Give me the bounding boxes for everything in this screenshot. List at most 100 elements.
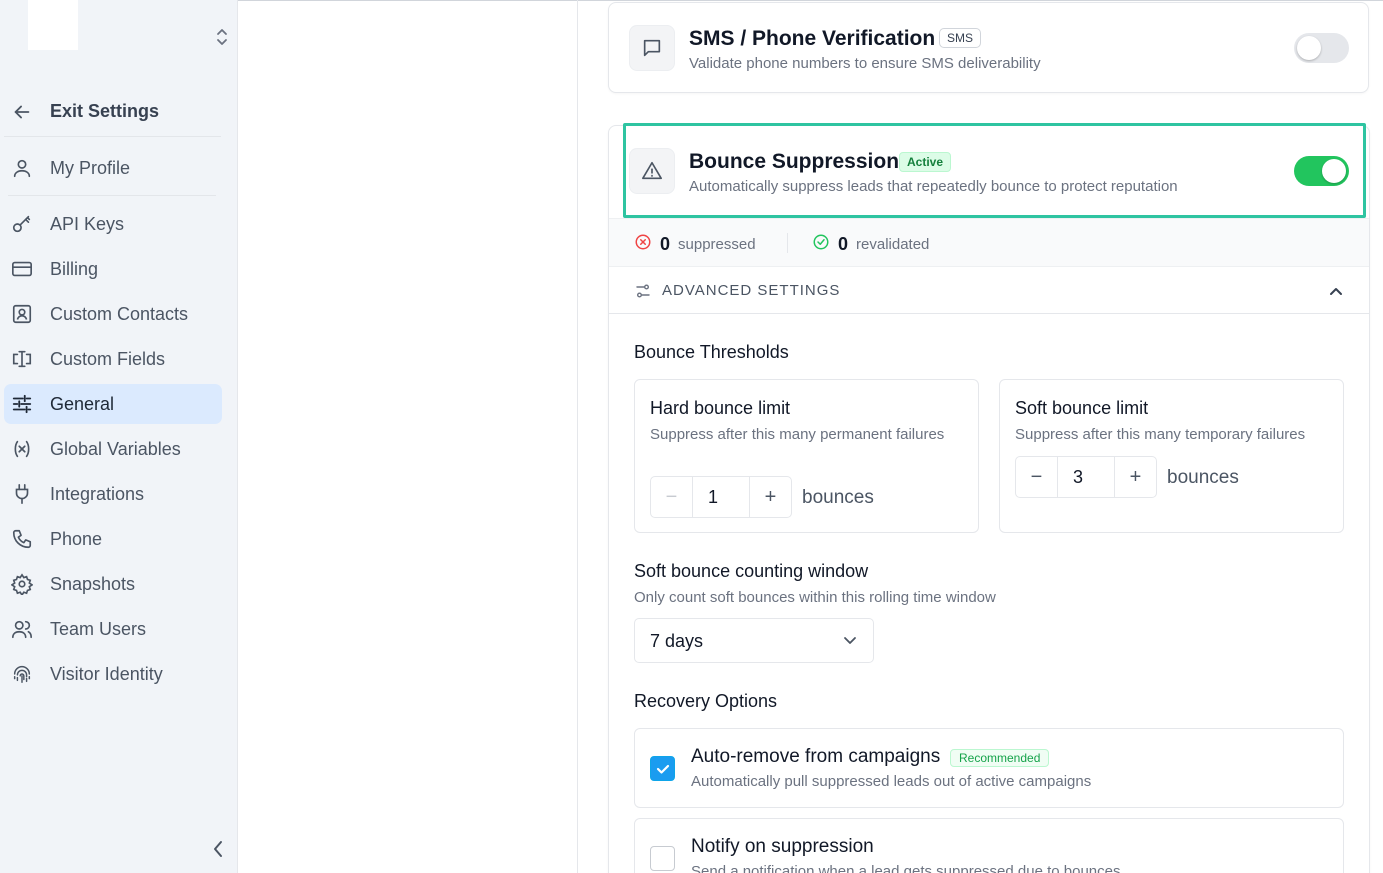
x-circle-icon <box>634 233 652 256</box>
soft-bounce-stepper: − 3 + <box>1015 456 1157 498</box>
arrow-left-icon <box>10 100 34 124</box>
notify-description: Send a notification when a lead gets sup… <box>691 863 1121 873</box>
fingerprint-icon <box>10 662 34 686</box>
content-divider <box>577 0 578 873</box>
hard-decrement-button[interactable]: − <box>651 477 692 517</box>
hard-increment-button[interactable]: + <box>750 477 791 517</box>
soft-bounce-input[interactable]: 3 <box>1057 457 1115 497</box>
user-icon <box>10 156 34 180</box>
revalidated-count: 0 <box>838 234 849 254</box>
sidebar-item-phone[interactable]: Phone <box>4 519 222 559</box>
credit-card-icon <box>10 257 34 281</box>
active-badge: Active <box>899 152 952 172</box>
auto-remove-checkbox[interactable] <box>650 756 675 781</box>
workspace-logo[interactable] <box>28 0 78 50</box>
sidebar-item-global-variables[interactable]: Global Variables <box>4 429 222 469</box>
recovery-title: Recovery Options <box>634 691 778 711</box>
bounce-stats-row: 0 suppressed 0 revalidated <box>609 218 1369 267</box>
exit-settings-button[interactable]: Exit Settings <box>4 87 221 137</box>
revalidated-stat: 0 revalidated <box>812 233 929 256</box>
hard-bounce-stepper: − 1 + <box>650 476 792 518</box>
soft-bounce-box: Soft bounce limit Suppress after this ma… <box>999 379 1344 533</box>
sidebar-item-label: Custom Contacts <box>50 303 189 324</box>
sidebar-item-label: My Profile <box>50 157 131 178</box>
soft-bounce-description: Suppress after this many temporary failu… <box>1015 426 1306 443</box>
bounce-title: Bounce Suppression <box>689 150 900 173</box>
hard-bounce-box: Hard bounce limit Suppress after this ma… <box>634 379 979 533</box>
notify-option[interactable]: Notify on suppression Send a notificatio… <box>634 818 1344 873</box>
phone-icon <box>10 527 34 551</box>
sidebar-item-snapshots[interactable]: Snapshots <box>4 564 222 604</box>
suppressed-stat: 0 suppressed <box>634 233 756 256</box>
auto-remove-option[interactable]: Auto-remove from campaigns Recommended A… <box>634 728 1344 808</box>
window-selected-value: 7 days <box>650 631 704 651</box>
sidebar-item-visitor-identity[interactable]: Visitor Identity <box>4 654 222 694</box>
soft-increment-button[interactable]: + <box>1115 457 1156 497</box>
hard-bounce-description: Suppress after this many permanent failu… <box>650 426 945 443</box>
sms-title: SMS / Phone Verification <box>689 27 936 50</box>
sidebar-divider <box>8 195 216 196</box>
hard-bounce-title: Hard bounce limit <box>650 398 791 418</box>
chevron-up-icon <box>1329 284 1343 303</box>
hard-bounce-input[interactable]: 1 <box>692 477 750 517</box>
contact-card-icon <box>10 302 34 326</box>
sidebar-item-my-profile[interactable]: My Profile <box>4 148 222 188</box>
sidebar-item-label: Team Users <box>50 618 147 639</box>
check-icon <box>656 764 669 774</box>
sidebar-item-label: API Keys <box>50 213 125 234</box>
sidebar-item-label: Phone <box>50 528 103 549</box>
advanced-settings-toggle[interactable]: ADVANCED SETTINGS <box>609 268 1369 314</box>
auto-remove-description: Automatically pull suppressed leads out … <box>691 773 1092 790</box>
chevron-up-down-icon[interactable] <box>213 26 231 48</box>
soft-decrement-button[interactable]: − <box>1016 457 1057 497</box>
window-description: Only count soft bounces within this roll… <box>634 589 996 606</box>
hard-bounce-unit: bounces <box>802 487 874 508</box>
alert-triangle-icon <box>629 148 675 194</box>
sms-description: Validate phone numbers to ensure SMS del… <box>689 55 1041 72</box>
sidebar-item-label: Billing <box>50 258 99 279</box>
suppressed-count: 0 <box>660 234 671 254</box>
notify-checkbox[interactable] <box>650 846 675 871</box>
window-title: Soft bounce counting window <box>634 561 869 581</box>
auto-remove-title: Auto-remove from campaigns <box>691 746 941 767</box>
sidebar-item-label: Global Variables <box>50 438 181 459</box>
sidebar-item-api-keys[interactable]: API Keys <box>4 204 222 244</box>
sidebar-item-label: Visitor Identity <box>50 663 163 684</box>
gear-icon <box>10 572 34 596</box>
bounce-toggle[interactable] <box>1294 156 1349 186</box>
sms-toggle[interactable] <box>1294 33 1349 63</box>
bounce-description: Automatically suppress leads that repeat… <box>689 178 1178 195</box>
sidebar-item-integrations[interactable]: Integrations <box>4 474 222 514</box>
recommended-badge: Recommended <box>950 749 1050 767</box>
sidebar-item-label: General <box>50 393 115 414</box>
settings-sidebar: Exit Settings My Profile API Keys Billin… <box>0 0 238 873</box>
users-icon <box>10 617 34 641</box>
sidebar-item-label: Integrations <box>50 483 145 504</box>
sidebar-item-label: Custom Fields <box>50 348 166 369</box>
check-circle-icon <box>812 233 830 256</box>
advanced-settings-label: ADVANCED SETTINGS <box>662 282 841 299</box>
sidebar-item-general[interactable]: General <box>4 384 222 424</box>
suppressed-label: suppressed <box>678 236 756 253</box>
notify-title: Notify on suppression <box>691 836 874 857</box>
soft-bounce-title: Soft bounce limit <box>1015 398 1149 418</box>
revalidated-label: revalidated <box>856 236 930 253</box>
key-icon <box>10 212 34 236</box>
settings-sliders-icon <box>635 283 651 304</box>
chevron-down-icon <box>843 633 857 652</box>
bounce-thresholds-title: Bounce Thresholds <box>634 342 789 362</box>
exit-settings-label: Exit Settings <box>50 101 160 121</box>
sidebar-item-custom-contacts[interactable]: Custom Contacts <box>4 294 222 334</box>
variable-icon <box>10 437 34 461</box>
toggle-knob <box>1297 36 1321 60</box>
message-square-icon <box>629 25 675 71</box>
stat-divider <box>787 233 788 253</box>
sliders-icon <box>10 392 34 416</box>
sidebar-item-billing[interactable]: Billing <box>4 249 222 289</box>
collapse-sidebar-chevron-left-icon[interactable] <box>208 838 228 860</box>
plug-icon <box>10 482 34 506</box>
sidebar-item-custom-fields[interactable]: Custom Fields <box>4 339 222 379</box>
toggle-knob <box>1322 159 1346 183</box>
window-select[interactable]: 7 days <box>634 618 874 663</box>
sidebar-item-team-users[interactable]: Team Users <box>4 609 222 649</box>
